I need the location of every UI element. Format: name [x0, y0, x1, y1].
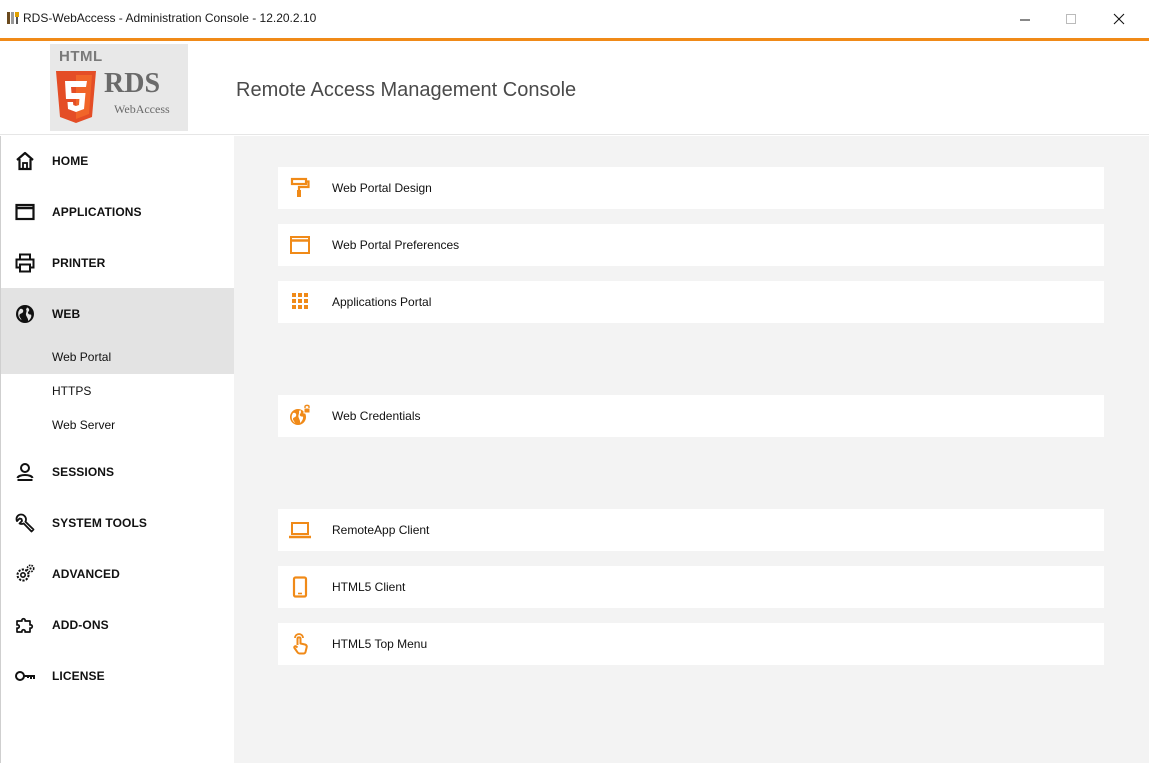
user-icon: [16, 463, 34, 481]
sidebar-item-applications[interactable]: APPLICATIONS: [1, 189, 235, 235]
sidebar-item-label: LICENSE: [52, 669, 105, 683]
app-tools-icon: [7, 12, 19, 24]
sidebar-item-label: WEB: [52, 307, 81, 321]
sidebar-item-home[interactable]: HOME: [1, 138, 235, 184]
sidebar: HOME APPLICATIONS PRINTER WEB Web Portal…: [0, 136, 235, 763]
home-icon: [16, 151, 34, 171]
sidebar-subitem-web-server[interactable]: Web Server: [1, 408, 235, 442]
sidebar-item-license[interactable]: LICENSE: [1, 653, 235, 699]
key-icon: [15, 671, 35, 681]
sidebar-item-sessions[interactable]: SESSIONS: [1, 449, 235, 495]
wrench-icon: [15, 513, 35, 533]
logo-sub-text: WebAccess: [114, 102, 170, 116]
paint-roller-icon: [290, 177, 310, 197]
card-html5-top-menu[interactable]: HTML5 Top Menu: [278, 623, 1104, 665]
card-html5-client[interactable]: HTML5 Client: [278, 566, 1104, 608]
sidebar-subitem-label: Web Portal: [52, 350, 112, 364]
card-label: RemoteApp Client: [332, 523, 430, 537]
puzzle-icon: [16, 617, 34, 633]
close-icon: [1113, 13, 1125, 25]
window-icon: [15, 203, 35, 221]
sidebar-item-web[interactable]: WEB: [1, 288, 235, 340]
window-icon: [290, 236, 310, 254]
sidebar-item-label: PRINTER: [52, 256, 106, 270]
card-label: Web Portal Design: [332, 181, 432, 195]
gears-icon: [16, 564, 35, 582]
sidebar-item-label: SESSIONS: [52, 465, 115, 479]
close-button[interactable]: [1096, 0, 1142, 38]
sidebar-item-label: SYSTEM TOOLS: [52, 516, 147, 530]
main-content: Web Portal Design Web Portal Preferences…: [234, 136, 1149, 763]
sidebar-item-printer[interactable]: PRINTER: [1, 240, 235, 286]
sidebar-item-system-tools[interactable]: SYSTEM TOOLS: [1, 500, 235, 546]
minimize-icon: [1020, 19, 1030, 21]
title-bar: RDS-WebAccess - Administration Console -…: [0, 0, 1149, 38]
card-remoteapp-client[interactable]: RemoteApp Client: [278, 509, 1104, 551]
header: HTML RDS WebAccess Remote Access Managem…: [0, 41, 1149, 135]
console-title: Remote Access Management Console: [236, 79, 577, 101]
card-label: HTML5 Client: [332, 580, 406, 594]
card-label: HTML5 Top Menu: [332, 637, 428, 651]
logo-html-text: HTML: [59, 48, 103, 65]
sidebar-item-add-ons[interactable]: ADD-ONS: [1, 602, 235, 648]
sidebar-item-label: HOME: [52, 154, 89, 168]
tablet-icon: [292, 576, 308, 598]
maximize-icon: [1066, 14, 1076, 24]
sidebar-subitem-label: HTTPS: [52, 384, 92, 398]
window-title: RDS-WebAccess - Administration Console -…: [23, 11, 317, 25]
card-applications-portal[interactable]: Applications Portal: [278, 281, 1104, 323]
card-web-portal-preferences[interactable]: Web Portal Preferences: [278, 224, 1104, 266]
sidebar-item-label: APPLICATIONS: [52, 205, 142, 219]
sidebar-item-label: ADD-ONS: [52, 618, 109, 632]
card-web-portal-design[interactable]: Web Portal Design: [278, 167, 1104, 209]
logo-brand-text: RDS: [104, 68, 161, 99]
card-label: Applications Portal: [332, 295, 432, 309]
html5-shield-icon: [56, 71, 96, 123]
grid-icon: [292, 293, 308, 309]
sidebar-subitem-web-portal[interactable]: Web Portal: [1, 340, 235, 374]
sidebar-item-label: ADVANCED: [52, 567, 120, 581]
maximize-button[interactable]: [1048, 0, 1094, 38]
touch-icon: [293, 633, 308, 655]
laptop-icon: [289, 522, 311, 539]
printer-icon: [15, 253, 35, 273]
sidebar-subitem-https[interactable]: HTTPS: [1, 374, 235, 408]
card-label: Web Credentials: [332, 409, 421, 423]
globe-icon: [16, 305, 34, 323]
card-web-credentials[interactable]: Web Credentials: [278, 395, 1104, 437]
card-label: Web Portal Preferences: [332, 238, 460, 252]
logo: HTML RDS WebAccess: [50, 44, 188, 131]
sidebar-subitem-label: Web Server: [52, 418, 116, 432]
globe-lock-icon: [290, 404, 311, 425]
sidebar-item-advanced[interactable]: ADVANCED: [1, 551, 235, 597]
minimize-button[interactable]: [1002, 0, 1048, 38]
